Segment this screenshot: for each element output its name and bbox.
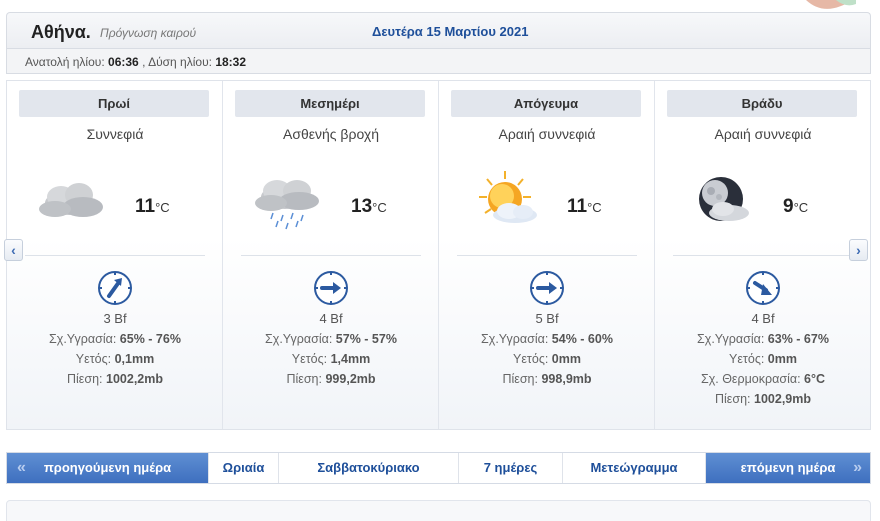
tab-weekend[interactable]: Σαββατοκύριακο xyxy=(279,453,459,483)
humidity-line: Σχ.Υγρασία: 57% - 57% xyxy=(265,332,397,346)
humidity-line: Σχ.Υγρασία: 54% - 60% xyxy=(481,332,613,346)
feels-like-line: Σχ. Θερμοκρασία: 6°C xyxy=(700,372,826,386)
period-condition: Συννεφιά xyxy=(86,126,144,142)
period-afternoon: Απόγευμα Αραιή συννεφιά 11°C 5 Bf Σχ.Υγρ… xyxy=(439,81,655,429)
next-day-button[interactable]: επόμενη ημέρα » xyxy=(706,453,870,483)
wind-direction-icon xyxy=(530,271,564,305)
period-title: Μεσημέρι xyxy=(235,90,425,117)
divider xyxy=(457,255,637,256)
page-subtitle: Πρόγνωση καιρού xyxy=(100,26,197,40)
wind-beaufort: 4 Bf xyxy=(751,311,775,326)
day-periods: Πρωί Συννεφιά 11°C 3 Bf Σχ.Υγρασία: 65% … xyxy=(6,80,871,430)
period-condition: Αραιή συννεφιά xyxy=(498,126,596,142)
rain-line: Υετός: 1,4mm xyxy=(291,352,371,366)
wind-direction-icon xyxy=(746,271,780,305)
forecast-date: Δευτέρα 15 Μαρτίου 2021 xyxy=(372,24,529,39)
period-morning: Πρωί Συννεφιά 11°C 3 Bf Σχ.Υγρασία: 65% … xyxy=(7,81,223,429)
period-title: Απόγευμα xyxy=(451,90,641,117)
partly-sunny-icon xyxy=(479,171,537,223)
period-title: Βράδυ xyxy=(667,90,857,117)
divider xyxy=(25,255,205,256)
period-condition: Ασθενής βροχή xyxy=(283,126,379,142)
sun-times-bar: Ανατολή ηλίου: 06:36 , Δύση ηλίου: 18:32 xyxy=(6,48,871,74)
divider xyxy=(673,255,853,256)
wind-beaufort: 5 Bf xyxy=(535,311,559,326)
rain-line: Υετός: 0,1mm xyxy=(75,352,155,366)
previous-period-button[interactable]: ‹ xyxy=(4,239,23,261)
sunrise-time: 06:36 xyxy=(108,55,139,69)
wind-direction-icon xyxy=(314,271,348,305)
pressure-line: Πίεση: 1002,9mb xyxy=(715,392,811,406)
next-period-button[interactable]: › xyxy=(849,239,868,261)
sunrise-label: Ανατολή ηλίου: xyxy=(25,55,105,69)
forecast-header: Αθήνα. Πρόγνωση καιρού Δευτέρα 15 Μαρτίο… xyxy=(6,12,871,48)
period-temperature: 11°C xyxy=(135,196,170,217)
tab-hourly[interactable]: Ωριαία xyxy=(209,453,279,483)
humidity-line: Σχ.Υγρασία: 65% - 76% xyxy=(49,332,181,346)
content-panel xyxy=(6,500,871,521)
city-name: Αθήνα. xyxy=(31,22,91,42)
day-navigation: « προηγούμενη ημέρα Ωριαία Σαββατοκύριακ… xyxy=(6,452,871,484)
chevron-left-icon: ‹ xyxy=(11,242,16,258)
rain-icon xyxy=(255,180,319,230)
chevron-right-icon: › xyxy=(856,242,861,258)
period-night: Βράδυ Αραιή συννεφιά 9°C 4 Bf Σχ.Υγρασία… xyxy=(655,81,870,429)
pressure-line: Πίεση: 1002,2mb xyxy=(67,372,163,386)
divider xyxy=(241,255,421,256)
period-temperature: 11°C xyxy=(567,196,602,217)
period-temperature: 9°C xyxy=(783,196,809,217)
sunset-label: , Δύση ηλίου: xyxy=(142,55,212,69)
period-condition: Αραιή συννεφιά xyxy=(714,126,812,142)
rain-line: Υετός: 0mm xyxy=(729,352,797,366)
wind-beaufort: 3 Bf xyxy=(103,311,127,326)
wind-beaufort: 4 Bf xyxy=(319,311,343,326)
wind-direction-icon xyxy=(98,271,132,305)
period-title: Πρωί xyxy=(19,90,209,117)
rain-line: Υετός: 0mm xyxy=(513,352,581,366)
pressure-line: Πίεση: 998,9mb xyxy=(502,372,592,386)
period-temperature: 13°C xyxy=(351,196,387,217)
period-noon: Μεσημέρι Ασθενής βροχή 13°C 4 Bf Σχ.Υγρα… xyxy=(223,81,439,429)
tab-meteogram[interactable]: Μετεώγραμμα xyxy=(563,453,706,483)
humidity-line: Σχ.Υγρασία: 63% - 67% xyxy=(697,332,829,346)
previous-day-button[interactable]: « προηγούμενη ημέρα xyxy=(7,453,209,483)
double-chevron-right-icon: » xyxy=(853,459,862,476)
sunset-time: 18:32 xyxy=(215,55,247,69)
double-chevron-left-icon: « xyxy=(17,459,26,476)
pressure-line: Πίεση: 999,2mb xyxy=(286,372,376,386)
tab-7-days[interactable]: 7 ημέρες xyxy=(459,453,563,483)
cloudy-icon xyxy=(39,183,103,217)
night-cloudy-icon xyxy=(699,177,749,221)
